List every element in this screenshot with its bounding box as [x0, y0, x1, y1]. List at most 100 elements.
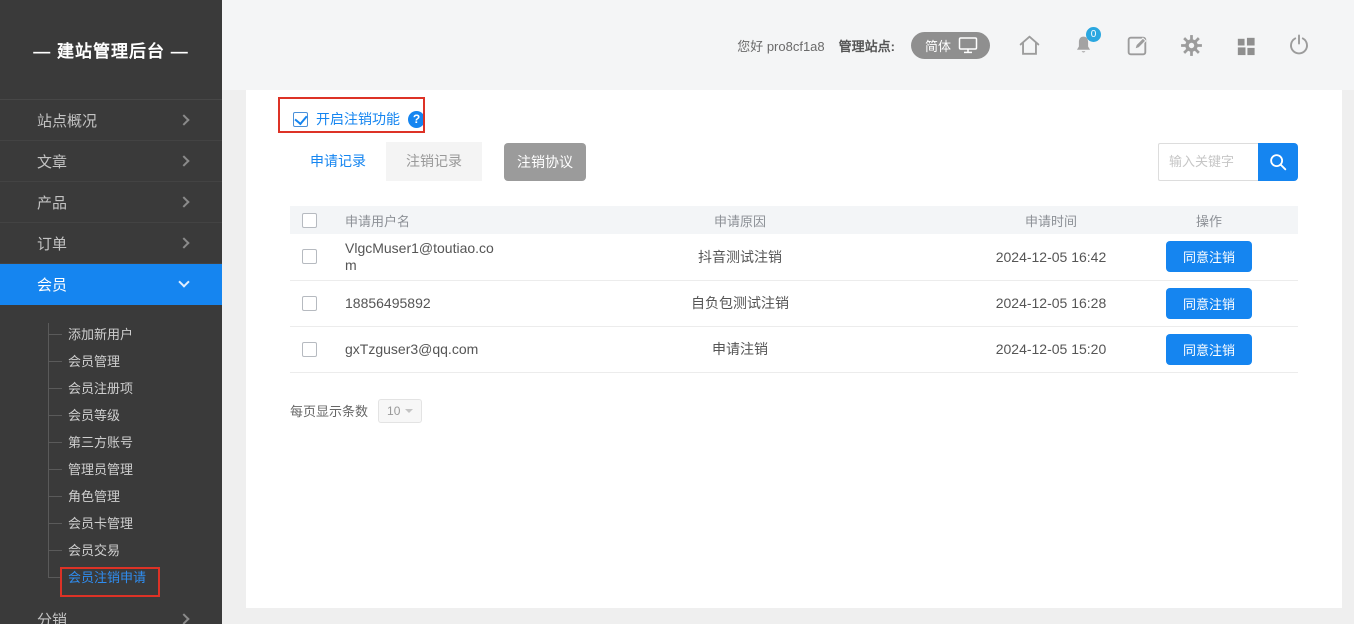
sidebar-item-label: 分销	[37, 609, 67, 624]
sidebar-item-label: 文章	[37, 151, 67, 172]
apps-button[interactable]	[1232, 32, 1258, 58]
sidebar-subitem-member-manage[interactable]: 会员管理	[0, 348, 222, 375]
cell-username: gxTzguser3@qq.com	[345, 341, 478, 358]
logout-button[interactable]	[1286, 32, 1312, 58]
sidebar-subitem-register-fields[interactable]: 会员注册项	[0, 375, 222, 402]
cell-username: VlgcMuser1@toutiao.com	[345, 240, 497, 274]
record-tabs: 申请记录 注销记录	[290, 142, 482, 181]
sidebar-subitem-member-cancel-request[interactable]: 会员注销申请	[0, 564, 222, 591]
table-row: VlgcMuser1@toutiao.com 抖音测试注销 2024-12-05…	[290, 234, 1298, 280]
notifications-button[interactable]: 0	[1070, 32, 1096, 58]
cell-reason: 申请注销	[498, 326, 982, 372]
sidebar-item-articles[interactable]: 文章	[0, 141, 222, 182]
search-button[interactable]	[1258, 143, 1298, 181]
subitem-label: 会员管理	[68, 354, 120, 369]
search-group	[1158, 143, 1298, 181]
chevron-down-icon	[178, 276, 189, 287]
sidebar-item-site-overview[interactable]: 站点概况	[0, 100, 222, 141]
subitem-label: 会员等级	[68, 408, 120, 423]
subitem-label: 角色管理	[68, 489, 120, 504]
sidebar-subitem-member-card[interactable]: 会员卡管理	[0, 510, 222, 537]
sidebar-item-label: 订单	[37, 233, 67, 254]
approve-cancel-button[interactable]: 同意注销	[1166, 334, 1252, 365]
monitor-icon	[958, 36, 978, 54]
sidebar: — 建站管理后台 — 站点概况 文章 产品 订单 会员 添加新用户 会员管理 会…	[0, 0, 222, 624]
table-row: 18856495892 自负包测试注销 2024-12-05 16:28 同意注…	[290, 280, 1298, 326]
cancel-requests-table: 申请用户名 申请原因 申请时间 操作 VlgcMuser1@toutiao.co…	[290, 206, 1298, 373]
sidebar-item-label: 站点概况	[37, 110, 97, 131]
grid-icon	[1234, 34, 1257, 57]
home-button[interactable]	[1016, 32, 1042, 58]
approve-cancel-button[interactable]: 同意注销	[1166, 241, 1252, 272]
sidebar-item-products[interactable]: 产品	[0, 182, 222, 223]
cell-reason: 抖音测试注销	[498, 234, 982, 280]
col-header-reason: 申请原因	[498, 206, 982, 234]
row-checkbox[interactable]	[302, 296, 317, 311]
enable-cancel-checkbox[interactable]	[293, 112, 308, 127]
settings-button[interactable]	[1178, 32, 1204, 58]
tab-cancel-records[interactable]: 注销记录	[386, 142, 482, 181]
tab-apply-records[interactable]: 申请记录	[290, 142, 386, 181]
subitem-label: 第三方账号	[68, 435, 133, 450]
cell-time: 2024-12-05 15:20	[982, 326, 1120, 372]
cell-username: 18856495892	[345, 295, 431, 312]
greeting-text: 您好 pro8cf1a8	[737, 36, 824, 55]
subitem-label: 会员注册项	[68, 381, 133, 396]
approve-cancel-button[interactable]: 同意注销	[1166, 288, 1252, 319]
gear-icon	[1179, 33, 1204, 58]
chevron-right-icon	[178, 613, 189, 624]
power-icon	[1287, 33, 1311, 57]
page-size-select[interactable]: 10	[378, 399, 422, 423]
col-header-action: 操作	[1120, 206, 1298, 234]
table-header-row: 申请用户名 申请原因 申请时间 操作	[290, 206, 1298, 234]
cell-time: 2024-12-05 16:42	[982, 234, 1120, 280]
chevron-right-icon	[178, 114, 189, 125]
select-all-checkbox[interactable]	[302, 213, 317, 228]
home-icon	[1017, 33, 1042, 58]
topbar: 您好 pro8cf1a8 管理站点: 简体 0	[222, 0, 1354, 90]
cell-reason: 自负包测试注销	[498, 280, 982, 326]
search-input[interactable]	[1158, 143, 1258, 181]
notification-badge: 0	[1086, 27, 1101, 42]
subitem-label: 添加新用户	[68, 327, 133, 342]
subitem-label: 管理员管理	[68, 462, 133, 477]
subitem-label: 会员注销申请	[68, 570, 146, 585]
cancel-agreement-button[interactable]: 注销协议	[504, 143, 586, 181]
sidebar-item-members[interactable]: 会员	[0, 264, 222, 305]
language-pill-label: 简体	[925, 36, 951, 55]
enable-cancel-label: 开启注销功能	[316, 109, 400, 129]
cell-time: 2024-12-05 16:28	[982, 280, 1120, 326]
subitem-label: 会员交易	[68, 543, 120, 558]
sidebar-subitem-add-user[interactable]: 添加新用户	[0, 321, 222, 348]
manage-site-label: 管理站点:	[839, 36, 895, 55]
sidebar-subitem-role-manage[interactable]: 角色管理	[0, 483, 222, 510]
page-size-label: 每页显示条数	[290, 401, 368, 420]
main-content-card: 开启注销功能 ? 申请记录 注销记录 注销协议 申请用户名 申请原因	[246, 90, 1342, 608]
row-checkbox[interactable]	[302, 249, 317, 264]
cancel-feature-toggle-row: 开启注销功能 ?	[293, 108, 1342, 130]
col-header-time: 申请时间	[982, 206, 1120, 234]
edit-button[interactable]	[1124, 32, 1150, 58]
app-title: — 建站管理后台 —	[0, 0, 222, 100]
members-submenu: 添加新用户 会员管理 会员注册项 会员等级 第三方账号 管理员管理 角色管理 会…	[0, 305, 222, 599]
edit-icon	[1125, 33, 1150, 58]
pagination: 每页显示条数 10	[290, 399, 1298, 423]
sidebar-subitem-member-trade[interactable]: 会员交易	[0, 537, 222, 564]
sidebar-item-orders[interactable]: 订单	[0, 223, 222, 264]
language-pill[interactable]: 简体	[911, 32, 990, 59]
magnifier-icon	[1267, 151, 1289, 173]
help-icon[interactable]: ?	[408, 111, 425, 128]
chevron-right-icon	[178, 237, 189, 248]
tabs-row: 申请记录 注销记录 注销协议	[290, 142, 1298, 181]
row-checkbox[interactable]	[302, 342, 317, 357]
sidebar-item-distribution[interactable]: 分销	[0, 599, 222, 624]
sidebar-item-label: 会员	[37, 274, 67, 295]
sidebar-subitem-third-party[interactable]: 第三方账号	[0, 429, 222, 456]
sidebar-subitem-admin-manage[interactable]: 管理员管理	[0, 456, 222, 483]
chevron-down-icon	[405, 409, 413, 413]
sidebar-subitem-member-level[interactable]: 会员等级	[0, 402, 222, 429]
sidebar-item-label: 产品	[37, 192, 67, 213]
subitem-label: 会员卡管理	[68, 516, 133, 531]
page-size-value: 10	[387, 404, 400, 418]
col-header-username: 申请用户名	[338, 206, 498, 234]
